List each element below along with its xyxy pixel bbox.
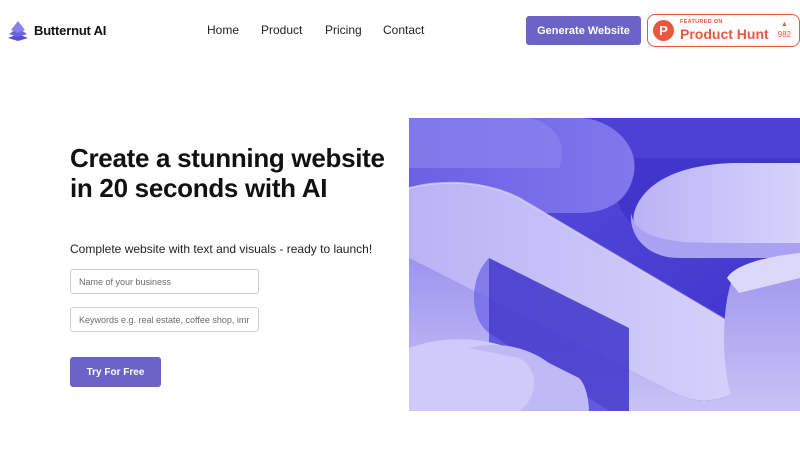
keywords-input[interactable] bbox=[70, 307, 259, 332]
logo-text: Butternut AI bbox=[34, 22, 107, 38]
top-header: Butternut AI Home Product Pricing Contac… bbox=[0, 0, 800, 62]
nav-product[interactable]: Product bbox=[261, 23, 325, 37]
product-hunt-icon: P bbox=[653, 20, 674, 41]
hero-3d-illustration bbox=[409, 118, 800, 411]
nav-home[interactable]: Home bbox=[207, 23, 261, 37]
try-for-free-button[interactable]: Try For Free bbox=[70, 357, 161, 387]
nav-pricing[interactable]: Pricing bbox=[325, 23, 383, 37]
product-hunt-featured-label: FEATURED ON bbox=[680, 19, 723, 26]
logo[interactable]: Butternut AI bbox=[6, 18, 106, 42]
vote-count: 982 bbox=[777, 30, 791, 39]
generate-website-button[interactable]: Generate Website bbox=[526, 16, 641, 45]
business-name-input[interactable] bbox=[70, 269, 259, 294]
main-nav: Home Product Pricing Contact bbox=[207, 23, 424, 37]
product-hunt-text: FEATURED ON Product Hunt bbox=[680, 20, 769, 41]
upvote-triangle-icon: ▲ bbox=[780, 21, 788, 28]
product-hunt-badge[interactable]: P FEATURED ON Product Hunt ▲ 982 bbox=[647, 14, 800, 47]
product-hunt-name: Product Hunt bbox=[680, 25, 769, 42]
hero-subtitle: Complete website with text and visuals -… bbox=[70, 242, 373, 256]
butternut-logo-icon bbox=[8, 21, 28, 41]
product-hunt-votes: ▲ 982 bbox=[778, 21, 791, 39]
abstract-pill-shapes-image bbox=[409, 118, 800, 411]
nav-contact[interactable]: Contact bbox=[383, 23, 424, 37]
hero-title: Create a stunning website in 20 seconds … bbox=[70, 143, 385, 203]
